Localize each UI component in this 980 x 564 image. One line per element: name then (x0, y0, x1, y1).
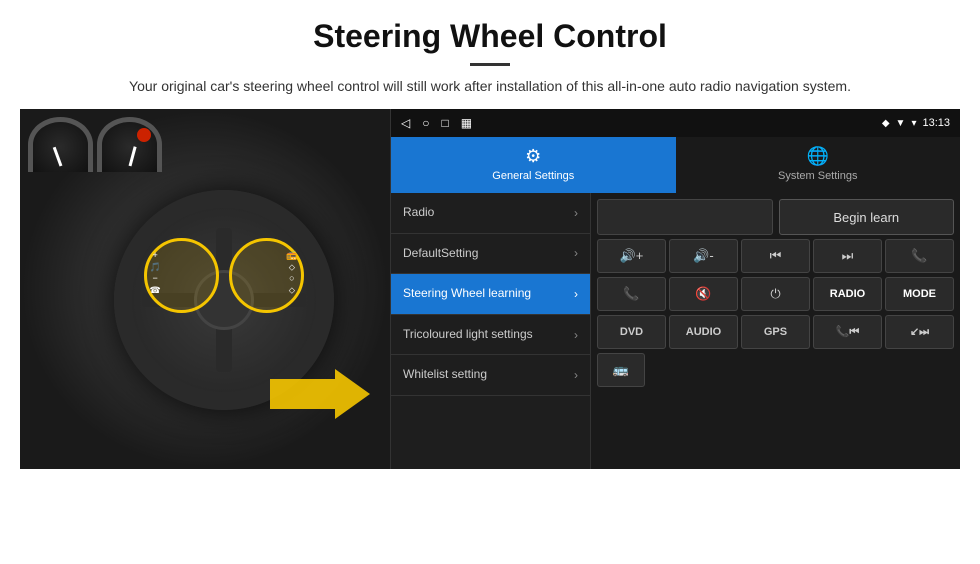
gps-icon: ◆ (882, 118, 890, 129)
car-image: + 🎵 − ☎ 📻 ⬦ ○ ⬦ (20, 109, 390, 469)
gauge-left (28, 117, 93, 172)
mute-icon: 🔇 (695, 286, 711, 302)
prev-track-icon: ⏮ (770, 248, 782, 264)
extra-row: 🚌 (597, 353, 954, 387)
clock: 13:13 (922, 117, 950, 129)
header-subtitle: Your original car's steering wheel contr… (60, 76, 920, 97)
tab-system-settings[interactable]: 🌐 System Settings (676, 137, 961, 193)
next-track-button[interactable]: ⏭ (813, 239, 882, 273)
menu-item-whitelist[interactable]: Whitelist setting › (391, 355, 590, 396)
chevron-radio: › (574, 206, 578, 220)
arrow-indicator (270, 364, 370, 429)
vol-up-icon: 🔊+ (620, 248, 644, 264)
call-prev-icon: 📞⏮ (836, 325, 860, 339)
vol-down-icon: 🔊- (693, 248, 714, 264)
vol-down-button[interactable]: 🔊- (669, 239, 738, 273)
android-ui: ◁ ○ □ ▦ ◆ ▼ ▾ 13:13 ⚙ General Settings 🌐… (390, 109, 960, 469)
right-button-labels: 📻 ⬦ ○ ⬦ (286, 250, 297, 297)
hangup-icon: 📞 (623, 286, 639, 302)
tab-general-settings[interactable]: ⚙ General Settings (391, 137, 676, 193)
menu-whitelist-label: Whitelist setting (403, 367, 574, 383)
gauge-red-indicator (137, 128, 151, 142)
car-background: + 🎵 − ☎ 📻 ⬦ ○ ⬦ (20, 109, 390, 469)
dvd-button[interactable]: DVD (597, 315, 666, 349)
prev-track-button[interactable]: ⏮ (741, 239, 810, 273)
audio-button[interactable]: AUDIO (669, 315, 738, 349)
tab-system-label: System Settings (778, 170, 857, 182)
signal-icon: ▼ (896, 118, 906, 129)
left-button-labels: + 🎵 − ☎ (150, 250, 161, 297)
mute-button[interactable]: 🔇 (669, 277, 738, 311)
general-settings-icon: ⚙ (525, 146, 541, 167)
menu-default-label: DefaultSetting (403, 246, 574, 262)
call-button[interactable]: 📞 (885, 239, 954, 273)
combo-icon: ↙⏭ (910, 325, 929, 339)
empty-input-box (597, 199, 773, 235)
begin-learn-button[interactable]: Begin learn (779, 199, 955, 235)
tab-general-label: General Settings (492, 170, 574, 182)
extra-icon: 🚌 (613, 362, 629, 378)
control-grid-row2: 📞 🔇 ⏻ RADIO MODE (597, 277, 954, 311)
system-settings-icon: 🌐 (807, 146, 829, 167)
wifi-icon: ▾ (911, 118, 916, 129)
dvd-label: DVD (620, 326, 643, 338)
chevron-steering: › (574, 287, 578, 301)
menu-item-tricoloured[interactable]: Tricoloured light settings › (391, 315, 590, 356)
menu-item-steering[interactable]: Steering Wheel learning › (391, 274, 590, 315)
menu-icon[interactable]: ▦ (461, 116, 472, 130)
hangup-button[interactable]: 📞 (597, 277, 666, 311)
vol-up-button[interactable]: 🔊+ (597, 239, 666, 273)
chevron-default: › (574, 246, 578, 260)
combo-button[interactable]: ↙⏭ (885, 315, 954, 349)
radio-label: RADIO (830, 288, 865, 300)
power-button[interactable]: ⏻ (741, 277, 810, 311)
menu-tricoloured-label: Tricoloured light settings (403, 327, 574, 343)
extra-icon-button[interactable]: 🚌 (597, 353, 645, 387)
content-area: + 🎵 − ☎ 📻 ⬦ ○ ⬦ (20, 109, 960, 469)
call-prev-button[interactable]: 📞⏮ (813, 315, 882, 349)
gauge-right (97, 117, 162, 172)
chevron-tricoloured: › (574, 328, 578, 342)
page-header: Steering Wheel Control Your original car… (0, 0, 980, 109)
power-icon: ⏻ (770, 286, 780, 302)
menu-item-default[interactable]: DefaultSetting › (391, 234, 590, 275)
menu-steering-label: Steering Wheel learning (403, 286, 574, 302)
bottom-grid: DVD AUDIO GPS 📞⏮ ↙⏭ (597, 315, 954, 349)
status-right-area: ◆ ▼ ▾ 13:13 (882, 117, 950, 129)
gauge-cluster (28, 117, 162, 172)
home-icon[interactable]: ○ (422, 116, 429, 130)
menu-list: Radio › DefaultSetting › Steering Wheel … (391, 193, 591, 469)
audio-label: AUDIO (686, 326, 721, 338)
begin-learn-row: Begin learn (597, 199, 954, 235)
gps-label: GPS (764, 326, 787, 338)
call-icon: 📞 (911, 248, 927, 264)
control-grid-row1: 🔊+ 🔊- ⏮ ⏭ 📞 (597, 239, 954, 273)
main-area: Radio › DefaultSetting › Steering Wheel … (391, 193, 960, 469)
gps-button[interactable]: GPS (741, 315, 810, 349)
tab-bar: ⚙ General Settings 🌐 System Settings (391, 137, 960, 193)
radio-button[interactable]: RADIO (813, 277, 882, 311)
mode-label: MODE (903, 288, 936, 300)
page-title: Steering Wheel Control (60, 18, 920, 55)
mode-button[interactable]: MODE (885, 277, 954, 311)
menu-item-radio[interactable]: Radio › (391, 193, 590, 234)
status-nav-icons: ◁ ○ □ ▦ (401, 116, 472, 130)
recents-icon[interactable]: □ (441, 116, 448, 130)
gauge-needle-left (52, 147, 62, 167)
back-icon[interactable]: ◁ (401, 116, 410, 130)
right-content: Begin learn 🔊+ 🔊- ⏮ ⏭ (591, 193, 960, 469)
status-bar: ◁ ○ □ ▦ ◆ ▼ ▾ 13:13 (391, 109, 960, 137)
gauge-needle-right (128, 146, 136, 166)
chevron-whitelist: › (574, 368, 578, 382)
title-divider (470, 63, 510, 66)
menu-radio-label: Radio (403, 205, 574, 221)
next-track-icon: ⏭ (842, 248, 854, 264)
